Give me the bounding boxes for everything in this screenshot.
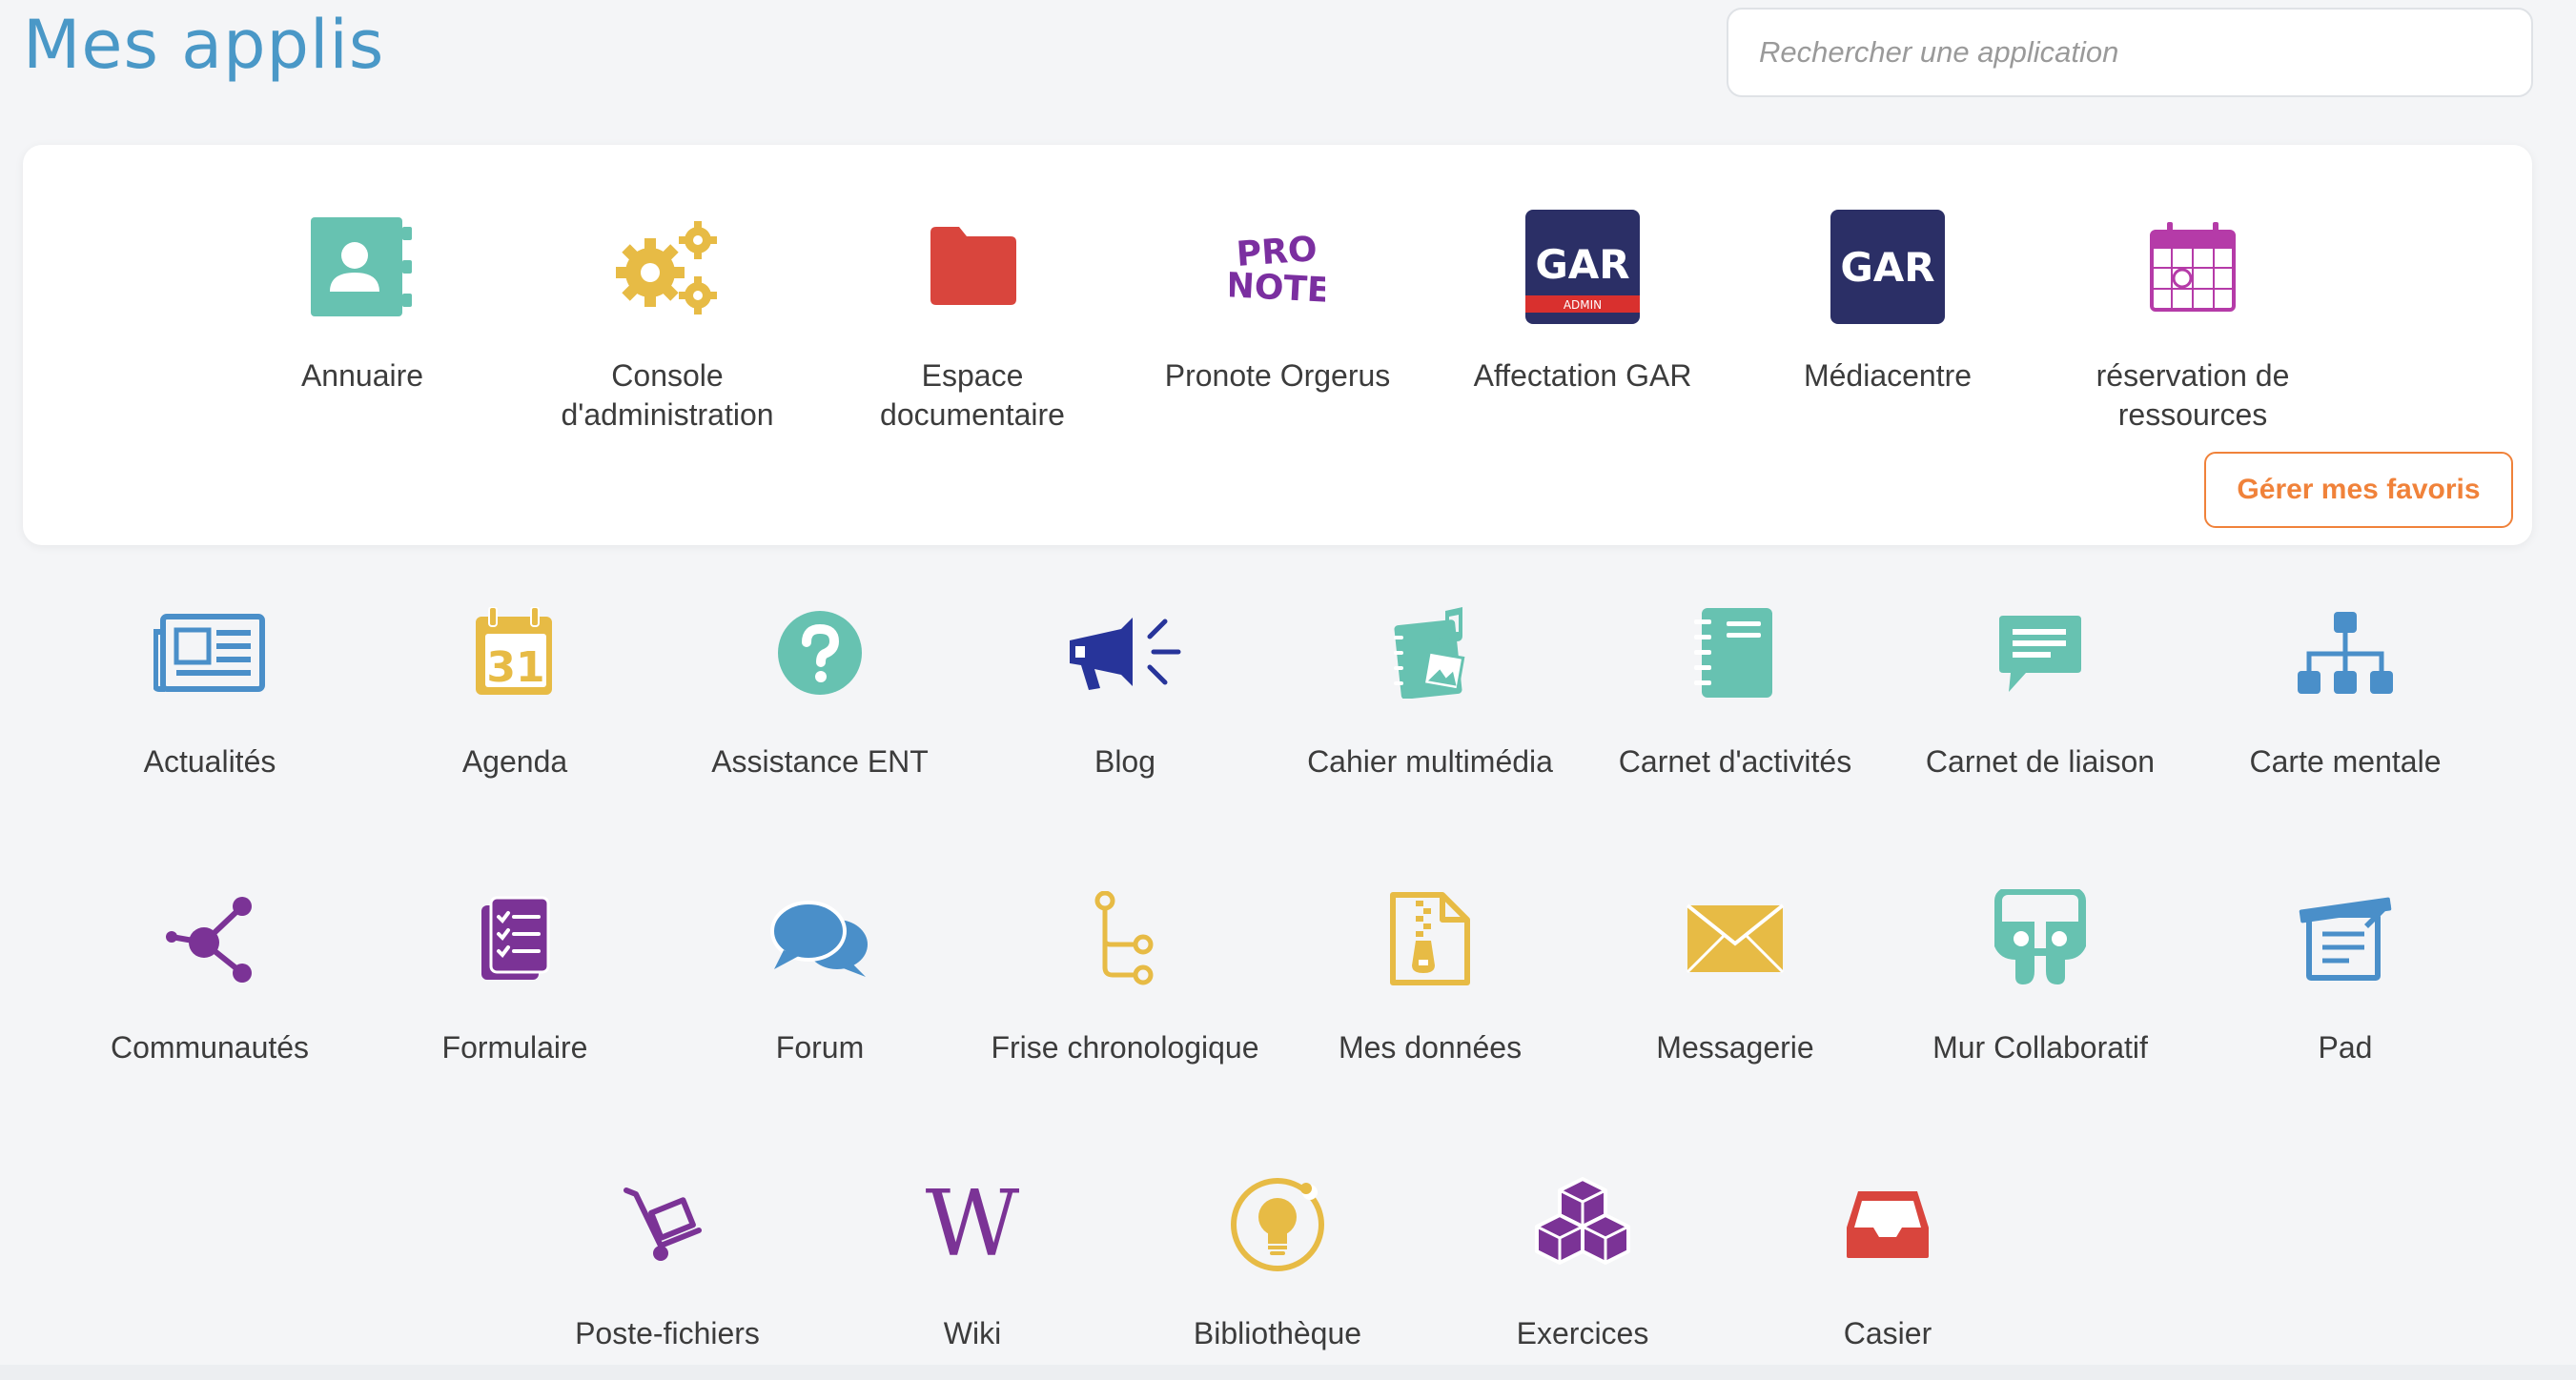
app-carnet-activites[interactable]: Carnet d'activités [1592, 577, 1878, 781]
collaborative-wall-icon [1964, 862, 2116, 1015]
app-annuaire[interactable]: Annuaire [219, 191, 505, 396]
app-exercices[interactable]: Exercices [1440, 1148, 1726, 1353]
app-label: Formulaire [441, 1030, 588, 1065]
app-label: Blog [1094, 744, 1156, 779]
app-label: Forum [775, 1030, 865, 1065]
app-label: Wiki [943, 1316, 1002, 1350]
timeline-icon [1049, 862, 1201, 1015]
page-title: Mes applis [23, 6, 385, 84]
manage-favorites-button[interactable]: Gérer mes favoris [2204, 452, 2513, 528]
app-label: Annuaire [300, 358, 424, 393]
newspaper-icon [133, 577, 286, 729]
folder-icon [896, 191, 1049, 343]
app-label: Bibliothèque [1193, 1316, 1362, 1350]
app-label: Affectation GAR [1473, 358, 1692, 393]
app-label: Frise chronologique [991, 1030, 1259, 1065]
app-poste-fichiers[interactable]: Poste-fichiers [524, 1148, 810, 1353]
help-icon [744, 577, 896, 729]
app-casier[interactable]: Casier [1745, 1148, 2031, 1353]
app-console-administration[interactable]: Console d'administration [524, 191, 810, 435]
app-communautes[interactable]: Communautés [67, 862, 353, 1067]
multimedia-notebook-icon [1354, 577, 1506, 729]
calendar-reservation-icon [2116, 191, 2269, 343]
inbox-tray-icon [1811, 1148, 1964, 1301]
app-label: Espace documentaire [880, 358, 1065, 432]
app-reservation-ressources[interactable]: réservation de ressources [2050, 191, 2336, 435]
app-espace-documentaire[interactable]: Espace documentaire [829, 191, 1115, 435]
app-carnet-liaison[interactable]: Carnet de liaison [1897, 577, 2183, 781]
megaphone-icon [1049, 577, 1201, 729]
app-label: Mur Collaboratif [1932, 1030, 2148, 1065]
search-input[interactable] [1728, 10, 2531, 95]
svg-text:GAR: GAR [1535, 241, 1629, 288]
app-forum[interactable]: Forum [677, 862, 963, 1067]
app-label: Agenda [461, 744, 568, 779]
chat-bubbles-icon [744, 862, 896, 1015]
app-mur-collaboratif[interactable]: Mur Collaboratif [1897, 862, 2183, 1067]
app-label: Cahier multimédia [1307, 744, 1553, 779]
app-pronote-orgerus[interactable]: PRO NOTE Pronote Orgerus [1135, 191, 1421, 396]
app-label: Médiacentre [1803, 358, 1973, 393]
agenda-day-number: 31 [486, 643, 544, 692]
contact-card-icon [286, 191, 439, 343]
app-frise-chronologique[interactable]: Frise chronologique [982, 862, 1268, 1067]
app-label: Pad [2318, 1030, 2373, 1065]
app-mes-donnees[interactable]: Mes données [1287, 862, 1573, 1067]
app-label: réservation de ressources [2096, 358, 2290, 432]
gar-admin-logo-icon: GAR ADMIN [1506, 191, 1659, 343]
zip-file-icon [1354, 862, 1506, 1015]
app-label: Communautés [110, 1030, 310, 1065]
app-affectation-gar[interactable]: GAR ADMIN Affectation GAR [1440, 191, 1726, 396]
app-formulaire[interactable]: Formulaire [372, 862, 658, 1067]
app-label: Assistance ENT [711, 744, 929, 779]
app-label: Casier [1843, 1316, 1932, 1350]
message-bubble-icon [1964, 577, 2116, 729]
app-blog[interactable]: Blog [982, 577, 1268, 781]
app-label: Pronote Orgerus [1164, 358, 1391, 393]
app-label: Messagerie [1656, 1030, 1814, 1065]
envelope-icon [1659, 862, 1811, 1015]
app-mediacentre[interactable]: GAR Médiacentre [1745, 191, 2031, 396]
app-label: Console d'administration [561, 358, 774, 432]
app-wiki[interactable]: W Wiki [829, 1148, 1115, 1353]
gears-icon [591, 191, 744, 343]
notebook-icon [1659, 577, 1811, 729]
app-messagerie[interactable]: Messagerie [1592, 862, 1878, 1067]
app-actualites[interactable]: Actualités [67, 577, 353, 781]
app-label: Carnet d'activités [1618, 744, 1852, 779]
app-label: Poste-fichiers [575, 1316, 760, 1350]
lightbulb-icon [1201, 1148, 1354, 1301]
checklist-icon [439, 862, 591, 1015]
app-label: Carnet de liaison [1925, 744, 2156, 779]
app-agenda[interactable]: 31 Agenda [372, 577, 658, 781]
mindmap-icon [2269, 577, 2422, 729]
app-bibliotheque[interactable]: Bibliothèque [1135, 1148, 1421, 1353]
app-carte-mentale[interactable]: Carte mentale [2202, 577, 2488, 781]
svg-text:GAR: GAR [1840, 244, 1934, 291]
cubes-icon [1506, 1148, 1659, 1301]
app-pad[interactable]: Pad [2202, 862, 2488, 1067]
hand-truck-icon [591, 1148, 744, 1301]
svg-text:NOTE: NOTE [1230, 266, 1325, 311]
pad-icon [2269, 862, 2422, 1015]
app-cahier-multimedia[interactable]: Cahier multimédia [1287, 577, 1573, 781]
search-box[interactable] [1727, 8, 2533, 97]
gar-logo-icon: GAR [1811, 191, 1964, 343]
svg-text:W: W [926, 1188, 1020, 1261]
agenda-calendar-icon: 31 [439, 577, 591, 729]
app-label: Carte mentale [2249, 744, 2442, 779]
app-label: Actualités [143, 744, 276, 779]
svg-text:ADMIN: ADMIN [1564, 298, 1602, 312]
app-label: Mes données [1338, 1030, 1523, 1065]
wikipedia-icon: W [896, 1148, 1049, 1301]
pronote-logo-icon: PRO NOTE [1201, 191, 1354, 343]
share-nodes-icon [133, 862, 286, 1015]
app-assistance-ent[interactable]: Assistance ENT [677, 577, 963, 781]
page-bottom-edge [0, 1365, 2576, 1380]
app-label: Exercices [1516, 1316, 1649, 1350]
